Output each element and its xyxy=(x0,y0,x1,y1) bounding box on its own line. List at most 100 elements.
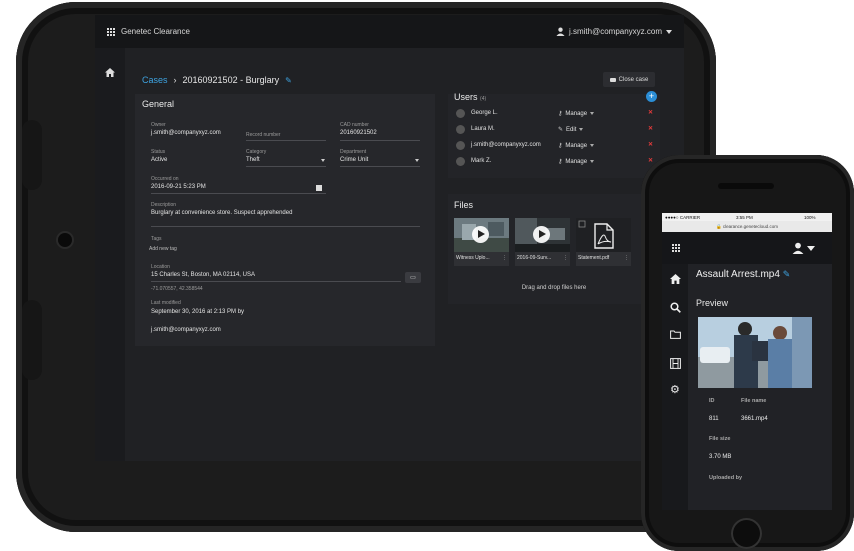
user-menu[interactable] xyxy=(792,242,815,254)
app-title: Genetec Clearance xyxy=(121,27,190,36)
video-preview[interactable] xyxy=(698,317,812,388)
role-select[interactable]: ⚷ Manage xyxy=(558,142,595,149)
play-icon[interactable] xyxy=(472,226,489,243)
person-icon xyxy=(792,242,804,254)
calendar-icon[interactable] xyxy=(316,185,322,191)
filesize-value: 3.70 MB xyxy=(709,454,732,460)
remove-user-icon[interactable]: ✕ xyxy=(648,109,653,116)
user-menu[interactable]: j.smith@companyxyz.com xyxy=(556,27,672,36)
chevron-down-icon xyxy=(590,160,595,163)
files-panel: Files Witness Uplo... ⋮ 2016-09-Surv... xyxy=(448,194,660,304)
user-name: Laura M. xyxy=(471,126,495,132)
sidebar xyxy=(95,48,125,461)
remove-user-icon[interactable]: ✕ xyxy=(648,125,653,132)
users-count: (4) xyxy=(480,96,487,102)
role-select[interactable]: ⚷ Manage xyxy=(558,158,595,165)
search-icon[interactable] xyxy=(670,302,681,313)
file-name: Statement.pdf xyxy=(578,255,610,261)
file-name: Witness Uplo... xyxy=(456,255,490,261)
filename-value: 3661.mp4 xyxy=(741,416,768,422)
case-content: Cases › 20160921502 - Burglary ✎ Close c… xyxy=(125,48,684,461)
chevron-down-icon xyxy=(666,29,672,34)
tablet-screen: Genetec Clearance j.smith@companyxyz.com… xyxy=(95,15,684,461)
tablet-case-bumper xyxy=(22,300,42,380)
avatar xyxy=(456,125,465,134)
record-number-field[interactable]: Record number xyxy=(246,132,280,138)
top-bar: Genetec Clearance j.smith@companyxyz.com xyxy=(95,15,684,48)
last-modified-by: j.smith@companyxyz.com xyxy=(151,327,221,333)
user-name: George L. xyxy=(471,110,498,116)
avatar xyxy=(456,157,465,166)
page-title: 20160921502 - Burglary xyxy=(182,75,280,85)
map-icon: ▭ xyxy=(410,275,416,281)
category-select[interactable]: Theft xyxy=(246,157,260,163)
category-label: Category xyxy=(246,149,267,155)
chevron-down-icon xyxy=(321,159,325,162)
owner-label: Owner xyxy=(151,122,166,128)
more-options-icon[interactable]: ⋮ xyxy=(624,255,629,261)
lock-icon: 🔒 xyxy=(716,224,722,229)
id-value: 811 xyxy=(709,416,719,422)
record-number-underline xyxy=(246,140,326,141)
home-icon[interactable] xyxy=(670,274,681,284)
breadcrumb-cases-link[interactable]: Cases xyxy=(142,75,168,85)
remove-user-icon[interactable]: ✕ xyxy=(648,141,653,148)
files-title: Files xyxy=(454,200,474,210)
user-row: Mark Z. ⚷ Manage ✕ xyxy=(456,156,656,168)
user-row: George L. ⚷ Manage ✕ xyxy=(456,108,656,120)
tags-label: Tags xyxy=(151,236,162,242)
chevron-down-icon xyxy=(590,112,595,115)
occurred-label: Occurred on xyxy=(151,176,179,182)
general-title: General xyxy=(142,99,175,109)
preview-heading: Preview xyxy=(696,298,729,308)
key-icon: ⚷ xyxy=(558,143,563,149)
drop-zone[interactable]: Drag and drop files here xyxy=(448,285,660,291)
category-underline xyxy=(246,166,326,167)
apps-grid-icon[interactable] xyxy=(107,27,115,36)
department-underline xyxy=(340,166,420,167)
department-select[interactable]: Crime Unit xyxy=(340,157,368,163)
location-field[interactable]: 15 Charles St, Boston, MA 02114, USA xyxy=(151,272,255,278)
add-user-button[interactable]: + xyxy=(646,91,657,102)
occurred-field[interactable]: 2016-09-21 5:23 PM xyxy=(151,184,206,190)
more-options-icon[interactable]: ⋮ xyxy=(563,255,568,261)
play-icon[interactable] xyxy=(533,226,550,243)
folder-icon[interactable] xyxy=(670,330,681,339)
description-underline xyxy=(151,226,420,227)
file-card[interactable]: Statement.pdf ⋮ xyxy=(576,218,631,266)
file-card[interactable]: 2016-09-Surv... ⋮ xyxy=(515,218,570,266)
cad-number-field[interactable]: 20160921502 xyxy=(340,130,377,136)
apps-grid-icon[interactable] xyxy=(672,244,680,252)
more-options-icon[interactable]: ⋮ xyxy=(502,255,507,261)
url-text: clearance.genetecloud.com xyxy=(722,224,778,229)
pencil-icon: ✎ xyxy=(558,127,564,133)
remove-user-icon[interactable]: ✕ xyxy=(648,157,653,164)
role-select[interactable]: ✎ Edit xyxy=(558,126,584,133)
folder-icon xyxy=(609,77,616,82)
phone-home-button[interactable] xyxy=(731,518,762,549)
users-title: Users (4) xyxy=(454,92,487,102)
chevron-down-icon xyxy=(415,159,419,162)
home-icon[interactable] xyxy=(105,68,115,77)
role-select[interactable]: ⚷ Manage xyxy=(558,110,595,117)
cad-number-underline xyxy=(340,140,420,141)
close-case-button[interactable]: Close case xyxy=(603,72,655,87)
description-field[interactable]: Burglary at convenience store. Suspect a… xyxy=(151,210,292,216)
film-icon[interactable] xyxy=(670,358,681,369)
location-label: Location xyxy=(151,264,170,270)
gear-icon[interactable]: ⚙ xyxy=(670,383,680,396)
phone-speaker xyxy=(718,183,774,189)
location-underline xyxy=(151,281,401,282)
close-case-label: Close case xyxy=(618,76,649,83)
edit-title-icon[interactable]: ✎ xyxy=(783,269,791,279)
phone-top-bar xyxy=(662,232,832,264)
video-thumbnail xyxy=(515,218,570,252)
url-bar[interactable]: 🔒 clearance.genetecloud.com xyxy=(662,221,832,232)
user-row: j.smith@companyxyz.com ⚷ Manage ✕ xyxy=(456,140,656,152)
avatar xyxy=(456,109,465,118)
tags-input[interactable]: Add new tag xyxy=(149,246,177,252)
edit-title-icon[interactable]: ✎ xyxy=(285,76,292,85)
phone-status-bar: ●●●●○ CARRIER 3:55 PM 100% xyxy=(662,213,832,221)
file-card[interactable]: Witness Uplo... ⋮ xyxy=(454,218,509,266)
map-button[interactable]: ▭ xyxy=(405,272,421,283)
